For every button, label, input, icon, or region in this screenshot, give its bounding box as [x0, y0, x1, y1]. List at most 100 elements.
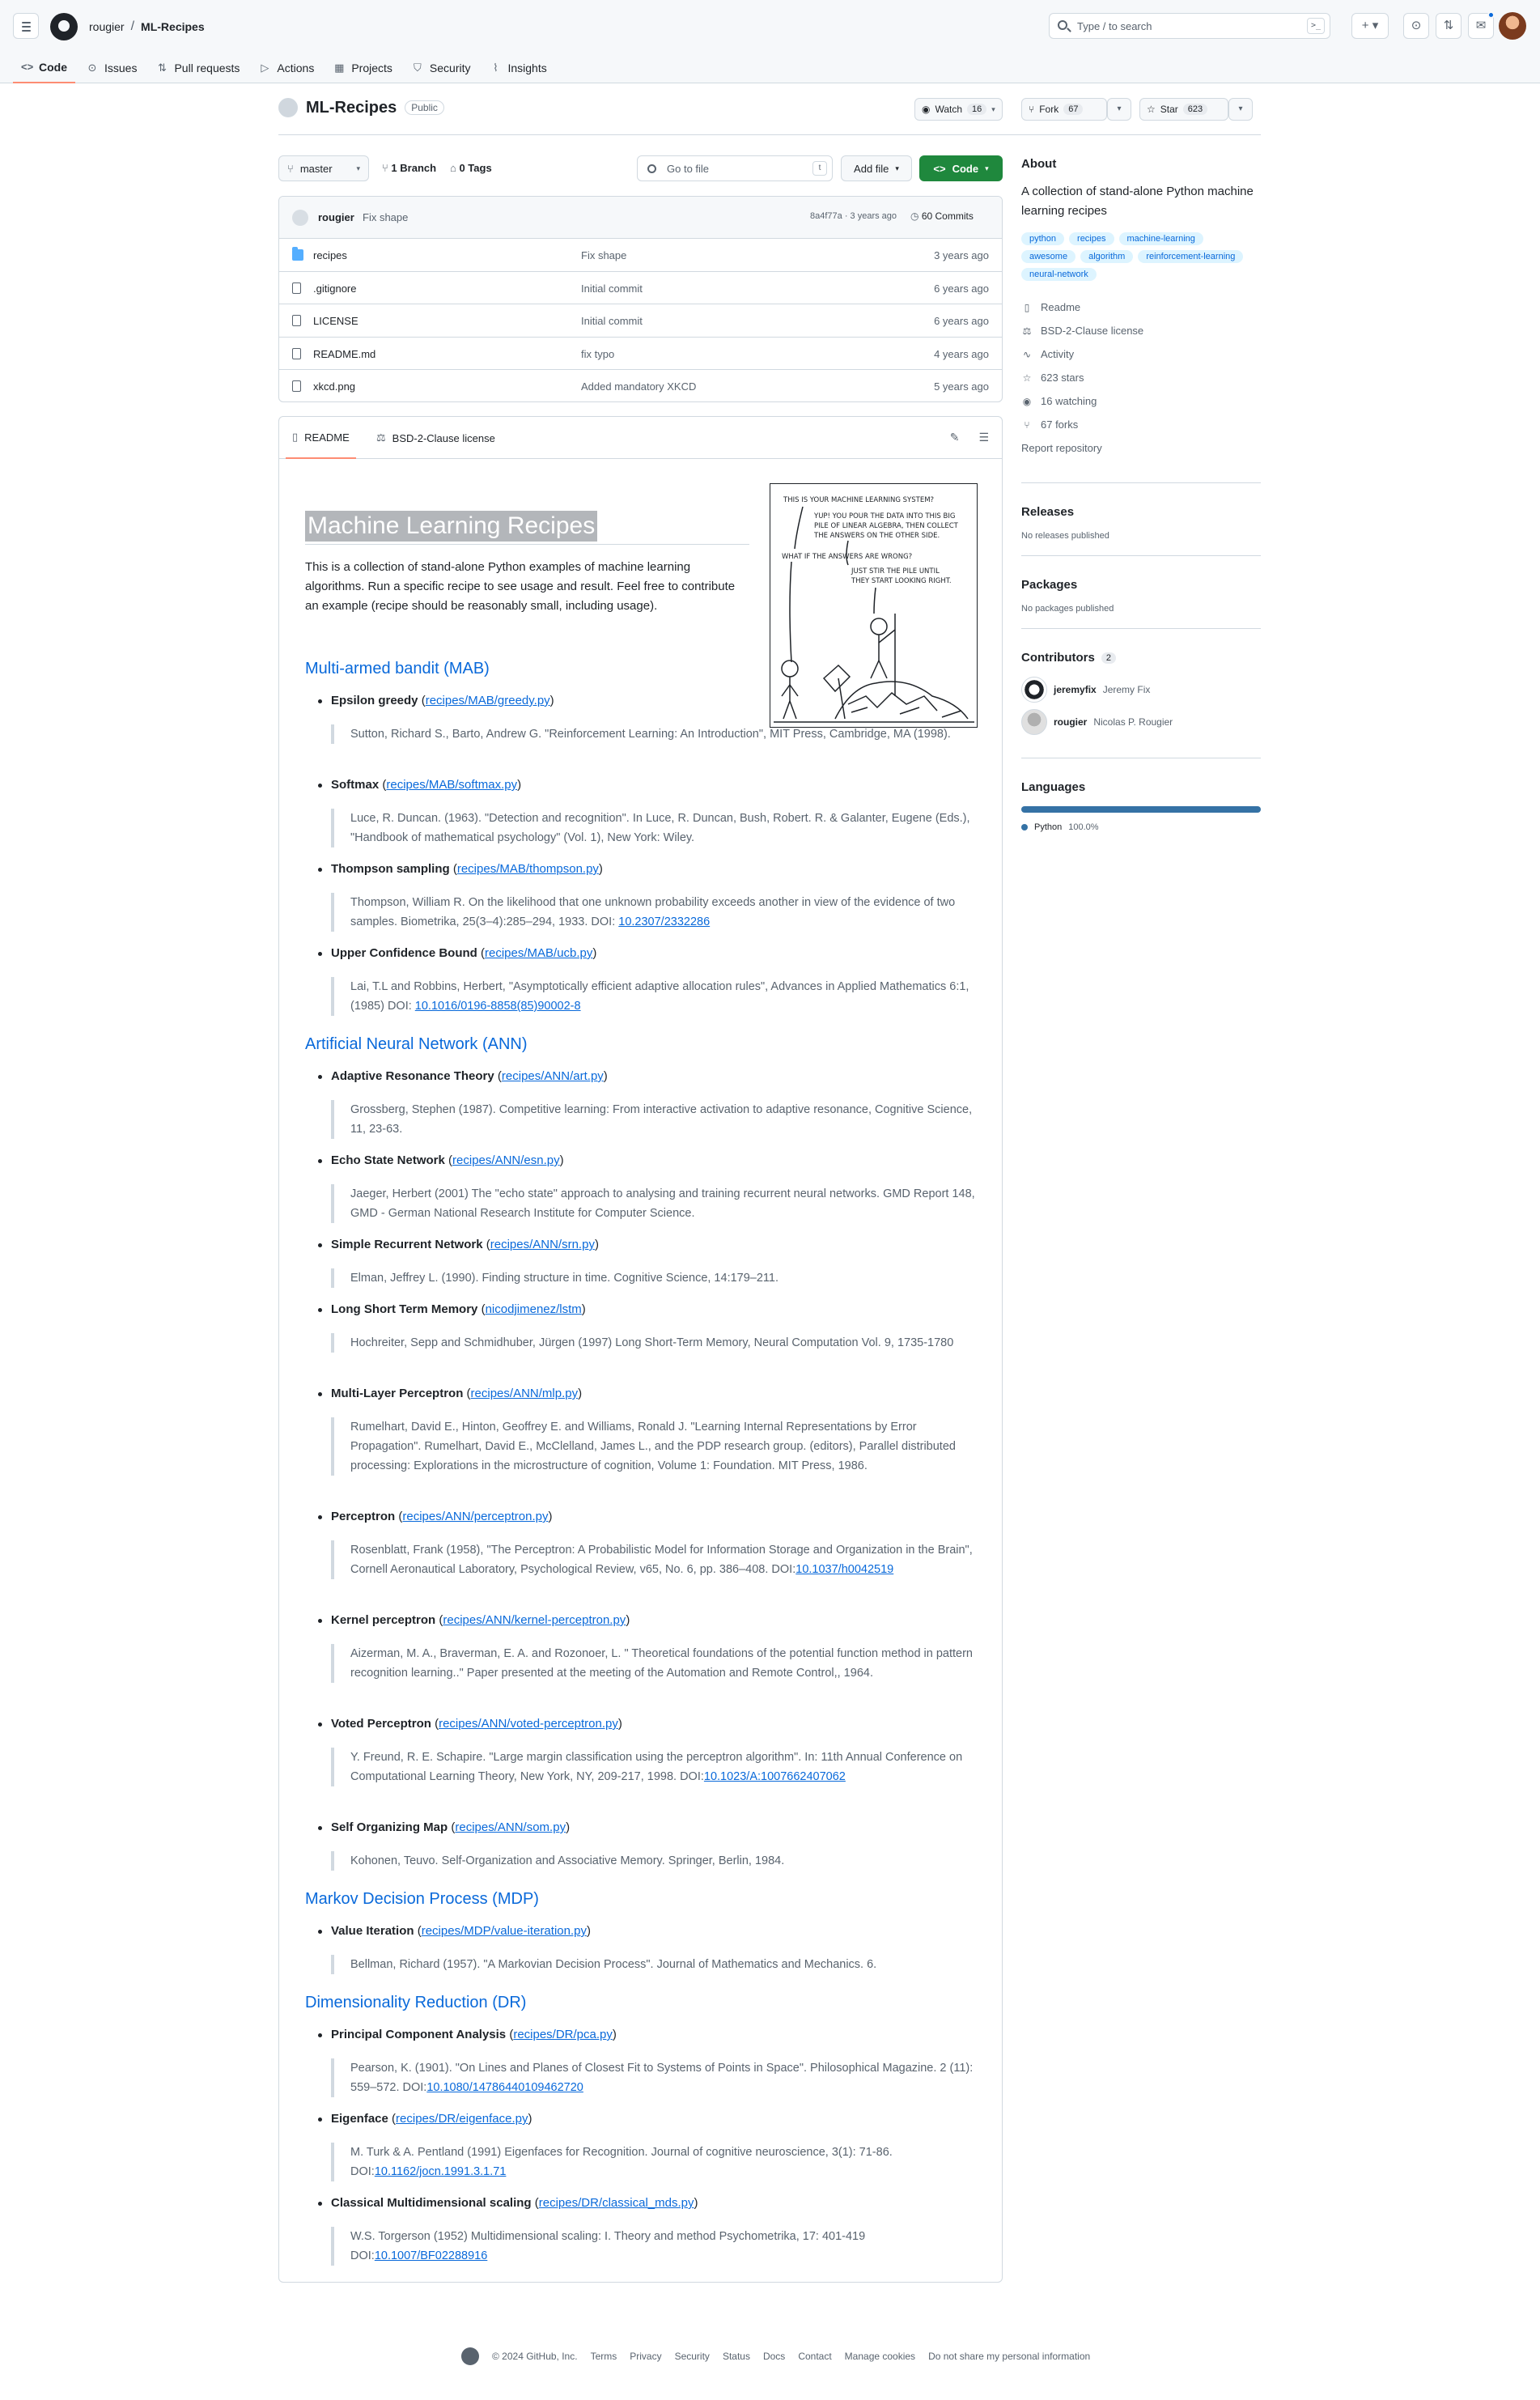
recipe-link[interactable]: recipes/ANN/esn.py [452, 1153, 560, 1167]
topic-tag[interactable]: recipes [1069, 232, 1114, 245]
tab-code[interactable]: <> Code [13, 52, 75, 83]
recipe-link[interactable]: recipes/ANN/perceptron.py [402, 1510, 548, 1523]
language-entry[interactable]: Python 100.0% [1021, 822, 1099, 832]
section-heading[interactable]: Markov Decision Process (MDP) [305, 1890, 539, 1909]
topic-tag[interactable]: neural-network [1021, 268, 1097, 281]
global-search-input[interactable]: Type / to search >_ [1049, 13, 1330, 39]
file-row[interactable]: recipes Fix shape 3 years ago [279, 239, 1002, 272]
doi-link[interactable]: 10.1080/14786440109462720 [426, 2081, 583, 2094]
tags-link[interactable]: ⌂ 0 Tags [450, 162, 492, 174]
releases-heading[interactable]: Releases [1021, 505, 1074, 519]
file-name[interactable]: xkcd.png [313, 380, 355, 393]
stars-link[interactable]: ☆ 623 stars [1021, 366, 1261, 389]
footer-link[interactable]: Terms [591, 2351, 617, 2362]
footer-link[interactable]: Manage cookies [845, 2351, 915, 2362]
tab-insights[interactable]: ⌇ Insights [482, 52, 554, 83]
file-name[interactable]: LICENSE [313, 315, 358, 327]
recipe-link[interactable]: recipes/ANN/som.py [455, 1820, 566, 1834]
repo-name[interactable]: ML-Recipes [306, 99, 397, 117]
doi-link[interactable]: 10.2307/2332286 [618, 915, 710, 928]
topic-tag[interactable]: awesome [1021, 250, 1076, 263]
license-link[interactable]: ⚖ BSD-2-Clause license [1021, 319, 1261, 342]
hamburger-menu-button[interactable] [13, 13, 39, 39]
user-avatar[interactable] [1499, 12, 1526, 40]
branches-link[interactable]: ⑂ 1 Branch [382, 162, 436, 174]
doi-link[interactable]: 10.1007/BF02288916 [375, 2249, 488, 2262]
recipe-link[interactable]: recipes/ANN/voted-perceptron.py [439, 1717, 618, 1731]
report-repository-link[interactable]: Report repository [1021, 436, 1261, 460]
file-commit-message[interactable]: Initial commit [581, 282, 643, 295]
tab-security[interactable]: ⛉ Security [404, 52, 479, 83]
recipe-link[interactable]: recipes/MAB/softmax.py [386, 778, 517, 792]
section-heading[interactable]: Dimensionality Reduction (DR) [305, 1994, 526, 2012]
commits-link[interactable]: ◷ 60 Commits [910, 210, 974, 222]
go-to-file-input[interactable]: Go to file t [637, 155, 833, 181]
section-heading[interactable]: Artificial Neural Network (ANN) [305, 1035, 528, 1054]
commit-sha[interactable]: 8a4f77a · 3 years ago [810, 211, 897, 221]
star-button[interactable]: ☆ Star 623 [1139, 98, 1228, 121]
topic-tag[interactable]: python [1021, 232, 1065, 245]
commit-author-avatar[interactable] [292, 210, 308, 226]
add-file-button[interactable]: Add file ▾ [841, 155, 912, 181]
recipe-link[interactable]: recipes/DR/pca.py [513, 2028, 613, 2041]
tab-actions[interactable]: ▷ Actions [251, 52, 322, 83]
github-logo-icon[interactable] [50, 13, 78, 40]
file-commit-message[interactable]: Fix shape [581, 249, 626, 261]
recipe-link[interactable]: recipes/MAB/ucb.py [485, 946, 592, 960]
recipe-link[interactable]: recipes/ANN/kernel-perceptron.py [443, 1613, 626, 1627]
github-logo-icon[interactable] [461, 2347, 479, 2365]
recipe-link[interactable]: nicodjimenez/lstm [486, 1302, 582, 1316]
footer-link[interactable]: Privacy [630, 2351, 661, 2362]
tab-issues[interactable]: ⊙ Issues [78, 52, 145, 83]
doi-link[interactable]: 10.1037/h0042519 [795, 1563, 893, 1576]
file-commit-message[interactable]: Initial commit [581, 315, 643, 327]
doi-link[interactable]: 10.1023/A:1007662407062 [704, 1770, 846, 1783]
file-row[interactable]: xkcd.png Added mandatory XKCD 5 years ag… [279, 370, 1002, 401]
topic-tag[interactable]: machine-learning [1118, 232, 1203, 245]
recipe-link[interactable]: recipes/MAB/thompson.py [457, 862, 599, 876]
doi-link[interactable]: 10.1162/jocn.1991.3.1.71 [375, 2165, 507, 2178]
watch-button[interactable]: ◉ Watch 16 ▾ [914, 98, 1003, 121]
file-row[interactable]: README.md fix typo 4 years ago [279, 338, 1002, 371]
recipe-link[interactable]: recipes/ANN/art.py [502, 1069, 604, 1083]
readme-link[interactable]: ▯ Readme [1021, 295, 1261, 319]
section-heading[interactable]: Multi-armed bandit (MAB) [305, 660, 490, 678]
file-commit-message[interactable]: fix typo [581, 348, 614, 360]
create-new-button[interactable]: + ▾ [1351, 13, 1389, 39]
footer-link[interactable]: Status [723, 2351, 750, 2362]
packages-heading[interactable]: Packages [1021, 578, 1077, 592]
tab-pull-requests[interactable]: ⇅ Pull requests [148, 52, 248, 83]
pull-requests-icon[interactable]: ⇅ [1436, 13, 1462, 39]
command-palette-icon[interactable]: >_ [1307, 18, 1325, 34]
file-name[interactable]: recipes [313, 249, 347, 261]
topic-tag[interactable]: algorithm [1080, 250, 1134, 263]
owner-avatar[interactable] [278, 98, 298, 117]
contributor[interactable]: rougier Nicolas P. Rougier [1021, 709, 1173, 735]
star-list-dropdown-button[interactable]: ▾ [1228, 98, 1253, 121]
recipe-link[interactable]: recipes/ANN/mlp.py [471, 1387, 579, 1400]
forks-link[interactable]: ⑂ 67 forks [1021, 413, 1261, 436]
activity-link[interactable]: ∿ Activity [1021, 342, 1261, 366]
recipe-link[interactable]: recipes/MDP/value-iteration.py [422, 1924, 587, 1938]
breadcrumb-owner[interactable]: rougier [89, 20, 125, 33]
recipe-link[interactable]: recipes/MAB/greedy.py [426, 694, 550, 707]
footer-link[interactable]: Do not share my personal information [928, 2351, 1090, 2362]
tab-projects[interactable]: ▦ Projects [325, 52, 401, 83]
file-name[interactable]: README.md [313, 348, 375, 360]
commit-message[interactable]: Fix shape [363, 211, 408, 223]
file-name[interactable]: .gitignore [313, 282, 356, 295]
branch-selector[interactable]: ⑂ master ▾ [278, 155, 369, 181]
list-icon[interactable]: ☰ [978, 431, 989, 444]
doi-link[interactable]: 10.1016/0196-8858(85)90002-8 [415, 1000, 581, 1013]
recipe-link[interactable]: recipes/DR/classical_mds.py [539, 2196, 694, 2210]
pencil-icon[interactable]: ✎ [950, 431, 960, 444]
footer-link[interactable]: Contact [798, 2351, 831, 2362]
footer-link[interactable]: Docs [763, 2351, 785, 2362]
file-commit-message[interactable]: Added mandatory XKCD [581, 380, 696, 393]
code-button[interactable]: <> Code ▾ [919, 155, 1003, 181]
breadcrumb-repo[interactable]: ML-Recipes [141, 20, 205, 33]
footer-link[interactable]: Security [675, 2351, 710, 2362]
file-row[interactable]: LICENSE Initial commit 6 years ago [279, 304, 1002, 338]
fork-dropdown-button[interactable]: ▾ [1107, 98, 1131, 121]
recipe-link[interactable]: recipes/ANN/srn.py [490, 1238, 595, 1251]
